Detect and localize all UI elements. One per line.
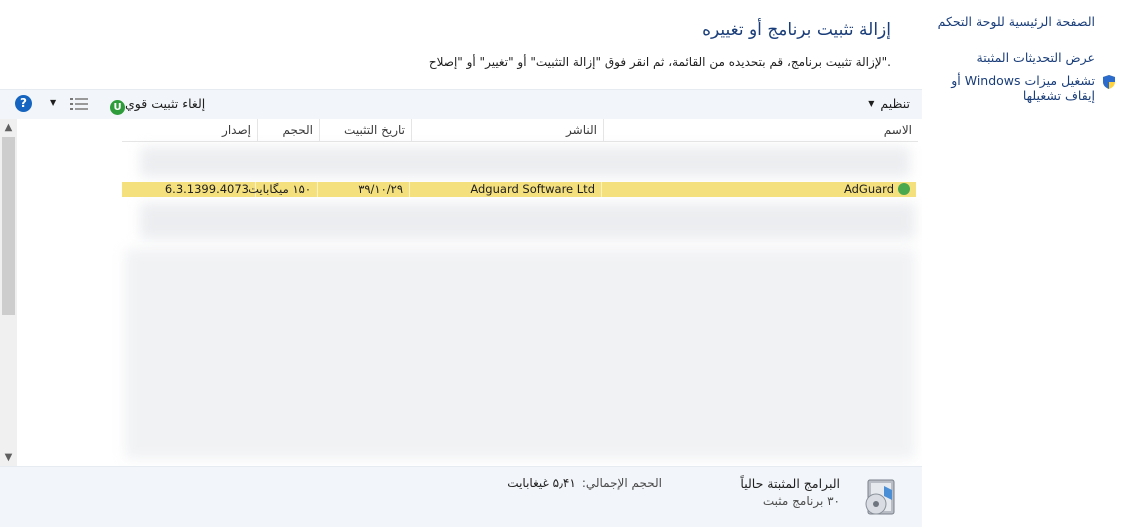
installed-programs-title: البرامج المثبتة حالياً <box>740 476 840 491</box>
program-list: ▲ ▼ الاسم الناشر تاريخ التثبيت الحجم إصد… <box>0 119 922 466</box>
installed-programs-icon <box>865 479 895 515</box>
details-pane: البرامج المثبتة حالياً الحجم الإجمالي: ۵٫… <box>0 466 922 527</box>
row-version: 6.3.1399.4073 <box>164 182 249 196</box>
scroll-up-icon[interactable]: ▲ <box>0 119 17 136</box>
sort-ascending-icon: ^ <box>758 119 766 124</box>
obscured-rows-bottom <box>125 249 915 459</box>
view-details-icon[interactable] <box>70 97 88 111</box>
windows-features-link[interactable]: تشغيل ميزات Windows أو إيقاف تشغيلها <box>925 73 1095 103</box>
chevron-down-icon: ▼ <box>868 99 875 108</box>
row-size: ۱۵۰ میگابایت <box>248 182 317 197</box>
scroll-down-icon[interactable]: ▼ <box>0 449 17 466</box>
column-header-publisher[interactable]: الناشر <box>411 119 603 141</box>
total-size: الحجم الإجمالي: ۵٫۴۱ غیغابایت <box>507 476 662 490</box>
force-uninstall-button[interactable]: إلغاء تثبيت قويU <box>104 96 205 115</box>
table-row-selected[interactable]: AdGuard Adguard Software Ltd ۳۹/۱۰/۲۹ ۱۵… <box>122 182 916 197</box>
command-bar: تنظيم ▼ إلغاء تثبيت قويU ▼ ? <box>0 89 922 120</box>
column-header-size[interactable]: الحجم <box>257 119 319 141</box>
organize-menu-button[interactable]: تنظيم ▼ <box>868 96 910 111</box>
organize-label: تنظيم <box>880 96 910 111</box>
obscured-rows-mid <box>140 203 915 239</box>
scroll-thumb[interactable] <box>2 137 15 315</box>
total-size-label: الحجم الإجمالي: <box>581 476 662 490</box>
column-header-install-date[interactable]: تاريخ التثبيت <box>319 119 411 141</box>
total-size-value: ۵٫۴۱ غیغابایت <box>507 476 576 490</box>
control-panel-home-link[interactable]: الصفحة الرئيسية للوحة التحكم <box>938 14 1095 29</box>
view-installed-updates-link[interactable]: عرض التحديثات المثبتة <box>977 50 1095 65</box>
column-header-version[interactable]: إصدار <box>122 119 257 141</box>
adguard-shield-icon <box>898 183 910 195</box>
vertical-scrollbar[interactable]: ▲ ▼ <box>0 119 17 466</box>
column-headers: الاسم الناشر تاريخ التثبيت الحجم إصدار ^ <box>122 119 918 142</box>
page-instructions: لإزالة تثبيت برنامج، قم بتحديده من القائ… <box>428 55 891 69</box>
obscured-rows-top <box>140 147 910 177</box>
installed-count: ۳۰ برنامج مثبت <box>762 494 840 508</box>
row-publisher: Adguard Software Ltd <box>409 182 601 197</box>
view-options-chevron-icon[interactable]: ▼ <box>50 98 56 107</box>
row-install-date: ۳۹/۱۰/۲۹ <box>317 182 409 197</box>
row-name: AdGuard <box>843 182 894 196</box>
page-title: إزالة تثبيت برنامج أو تغييره <box>702 20 891 40</box>
uninstall-label: إلغاء تثبيت قوي <box>125 96 206 111</box>
help-button[interactable]: ? <box>15 95 32 112</box>
shield-icon <box>1103 75 1115 89</box>
uninstaller-icon: U <box>110 100 125 115</box>
row-name-cell: AdGuard <box>601 182 916 197</box>
